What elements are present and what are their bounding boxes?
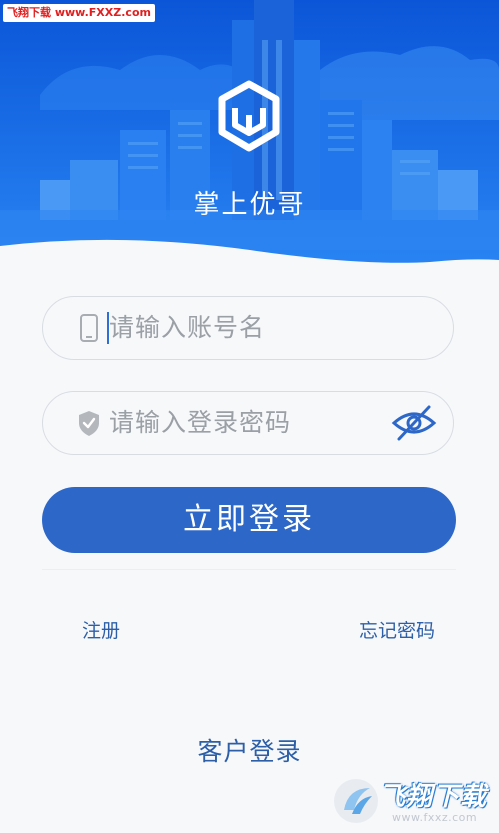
account-input[interactable]: 请输入账号名 [42,296,454,360]
forgot-password-link[interactable]: 忘记密码 [359,616,435,643]
login-button[interactable]: 立即登录 [42,487,456,553]
account-placeholder: 请输入账号名 [109,313,266,342]
app-logo-icon [218,80,280,152]
watermark-brand: 飞翔下载 [379,782,488,812]
watermark-logo-icon [334,779,378,823]
phone-icon [80,314,98,342]
watermark-site: www.fxxz.com [392,811,478,824]
password-placeholder: 请输入登录密码 [109,408,292,437]
register-link[interactable]: 注册 [82,616,120,643]
eye-hidden-icon[interactable] [391,404,437,442]
top-watermark: 飞翔下载 www.FXXZ.com [3,4,155,22]
client-login-link[interactable]: 客户登录 [0,732,499,768]
corner-watermark: 飞翔下载 www.fxxz.com [332,770,497,832]
app-title: 掌上优哥 [193,190,306,220]
header-banner: 飞翔下载 www.FXXZ.com 掌上优哥 [0,0,499,280]
divider [42,569,456,570]
shield-icon [79,411,99,436]
password-input[interactable]: 请输入登录密码 [42,391,454,455]
